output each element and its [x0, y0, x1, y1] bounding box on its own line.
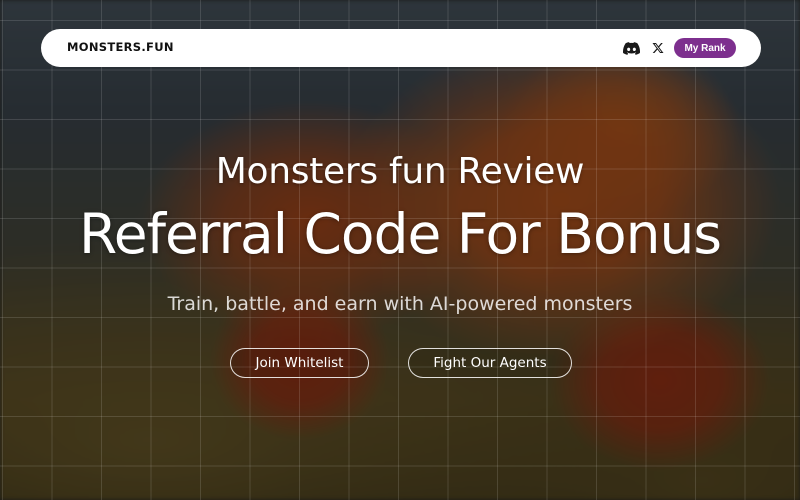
my-rank-button[interactable]: My Rank — [674, 38, 736, 58]
top-navbar: MONSTERS.FUN My Rank — [41, 29, 761, 67]
join-whitelist-button[interactable]: Join Whitelist — [230, 348, 369, 378]
hero-subtitle: Monsters fun Review — [215, 151, 585, 192]
site-logo[interactable]: MONSTERS.FUN — [67, 40, 174, 54]
page: MONSTERS.FUN My Rank Monsters fun Review… — [0, 0, 800, 500]
hero-title: Referral Code For Bonus — [79, 202, 722, 266]
hero-tagline: Train, battle, and earn with AI-powered … — [167, 293, 633, 315]
x-icon[interactable] — [649, 40, 667, 56]
discord-icon[interactable] — [622, 40, 640, 56]
fight-agents-button[interactable]: Fight Our Agents — [408, 348, 572, 378]
